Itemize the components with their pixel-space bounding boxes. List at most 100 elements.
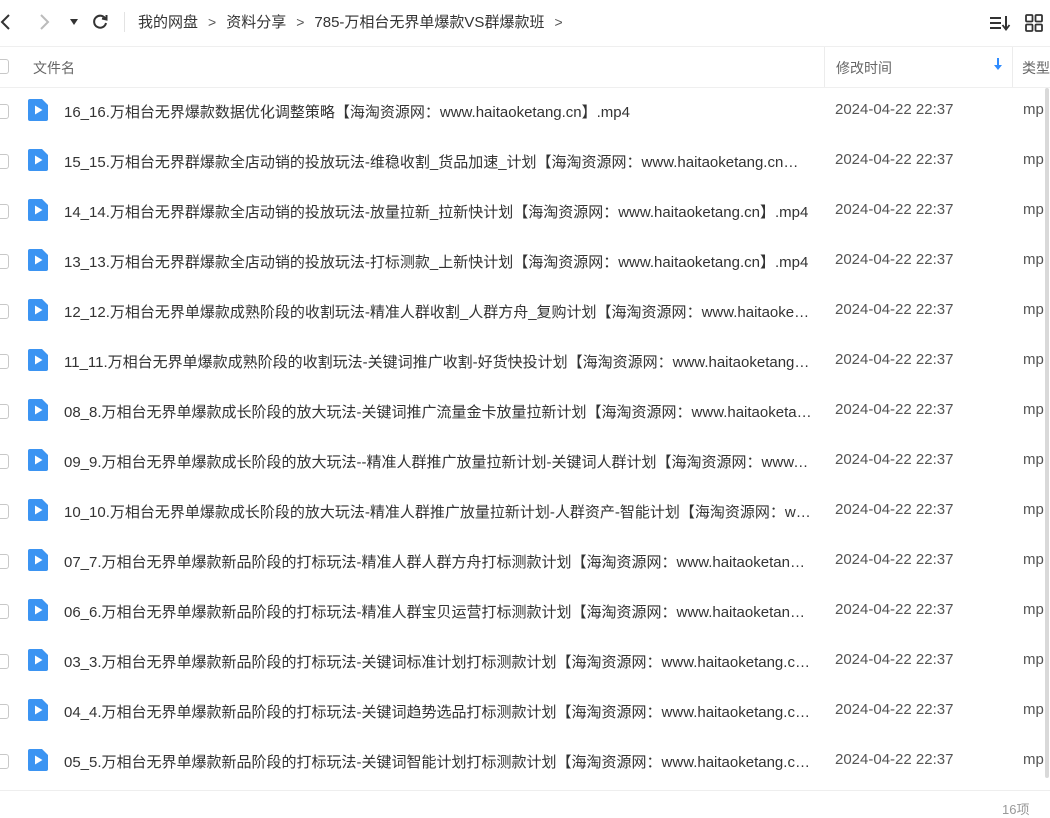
chevron-left-icon [0,14,10,30]
file-name[interactable]: 07_7.万相台无界单爆款新品阶段的打标玩法-精准人群人群方舟打标测款计划【海淘… [64,551,812,572]
table-row[interactable]: 16_16.万相台无界爆款数据优化调整策略【海淘资源网：www.haitaoke… [0,86,1050,136]
back-button[interactable] [0,8,20,36]
table-row[interactable]: 12_12.万相台无界单爆款成熟阶段的收割玩法-精准人群收割_人群方舟_复购计划… [0,286,1050,336]
table-row[interactable]: 11_11.万相台无界单爆款成熟阶段的收割玩法-关键词推广收割-好货快投计划【海… [0,336,1050,386]
table-row[interactable]: 04_4.万相台无界单爆款新品阶段的打标玩法-关键词趋势选品打标测款计划【海淘资… [0,686,1050,736]
breadcrumb-item-root[interactable]: 我的网盘 [138,11,198,32]
file-name[interactable]: 10_10.万相台无界单爆款成长阶段的放大玩法-精准人群推广放量拉新计划-人群资… [64,501,812,522]
row-checkbox[interactable] [0,204,9,219]
file-type: mp [1023,601,1044,618]
table-row[interactable]: 07_7.万相台无界单爆款新品阶段的打标玩法-精准人群人群方舟打标测款计划【海淘… [0,536,1050,586]
file-modified-time: 2024-04-22 22:37 [835,401,954,418]
table-row[interactable]: 05_5.万相台无界单爆款新品阶段的打标玩法-关键词智能计划打标测款计划【海淘资… [0,736,1050,786]
column-header-modified[interactable]: 修改时间 [836,58,892,78]
row-checkbox[interactable] [0,354,9,369]
file-name[interactable]: 08_8.万相台无界单爆款成长阶段的放大玩法-关键词推广流量金卡放量拉新计划【海… [64,401,812,422]
video-file-icon [27,698,49,722]
file-type: mp [1023,701,1044,718]
file-type: mp [1023,301,1044,318]
breadcrumb-item-current[interactable]: 785-万相台无界单爆款VS群爆款班 [314,11,544,32]
table-row[interactable]: 15_15.万相台无界群爆款全店动销的投放玩法-维稳收割_货品加速_计划【海淘资… [0,136,1050,186]
file-type: mp [1023,451,1044,468]
forward-button[interactable] [30,8,58,36]
breadcrumb-item-share[interactable]: 资料分享 [226,11,286,32]
row-checkbox[interactable] [0,104,9,119]
row-checkbox[interactable] [0,704,9,719]
column-divider[interactable] [824,47,825,87]
video-file-icon [27,498,49,522]
file-modified-time: 2024-04-22 22:37 [835,351,954,368]
refresh-button[interactable] [86,8,114,36]
row-checkbox[interactable] [0,404,9,419]
chevron-right-icon [40,14,50,30]
row-checkbox[interactable] [0,454,9,469]
table-row[interactable]: 13_13.万相台无界群爆款全店动销的投放玩法-打标测款_上新快计划【海淘资源网… [0,236,1050,286]
file-modified-time: 2024-04-22 22:37 [835,451,954,468]
item-count: 16项 [1002,802,1030,817]
row-checkbox[interactable] [0,754,9,769]
file-name[interactable]: 16_16.万相台无界爆款数据优化调整策略【海淘资源网：www.haitaoke… [64,101,812,122]
row-checkbox[interactable] [0,154,9,169]
column-header-type[interactable]: 类型 [1022,58,1050,78]
file-name[interactable]: 11_11.万相台无界单爆款成熟阶段的收割玩法-关键词推广收割-好货快投计划【海… [64,351,812,372]
file-type: mp [1023,401,1044,418]
table-row[interactable]: 14_14.万相台无界群爆款全店动销的投放玩法-放量拉新_拉新快计划【海淘资源网… [0,186,1050,236]
file-name[interactable]: 09_9.万相台无界单爆款成长阶段的放大玩法--精准人群推广放量拉新计划-关键词… [64,451,812,472]
column-divider[interactable] [1012,47,1013,87]
file-name[interactable]: 15_15.万相台无界群爆款全店动销的投放玩法-维稳收割_货品加速_计划【海淘资… [64,151,812,172]
file-type: mp [1023,151,1044,168]
file-name[interactable]: 03_3.万相台无界单爆款新品阶段的打标玩法-关键词标准计划打标测款计划【海淘资… [64,651,812,672]
file-modified-time: 2024-04-22 22:37 [835,201,954,218]
file-modified-time: 2024-04-22 22:37 [835,251,954,268]
file-list: 16_16.万相台无界爆款数据优化调整策略【海淘资源网：www.haitaoke… [0,86,1050,786]
file-name[interactable]: 12_12.万相台无界单爆款成熟阶段的收割玩法-精准人群收割_人群方舟_复购计划… [64,301,812,322]
file-modified-time: 2024-04-22 22:37 [835,101,954,118]
select-all-checkbox[interactable] [0,59,9,74]
file-type: mp [1023,551,1044,568]
file-type: mp [1023,501,1044,518]
table-row[interactable]: 03_3.万相台无界单爆款新品阶段的打标玩法-关键词标准计划打标测款计划【海淘资… [0,636,1050,686]
video-file-icon [27,598,49,622]
file-modified-time: 2024-04-22 22:37 [835,601,954,618]
video-file-icon [27,648,49,672]
row-checkbox[interactable] [0,604,9,619]
caret-down-icon [70,19,78,25]
file-type: mp [1023,351,1044,368]
table-row[interactable]: 06_6.万相台无界单爆款新品阶段的打标玩法-精准人群宝贝运营打标测款计划【海淘… [0,586,1050,636]
table-row[interactable]: 09_9.万相台无界单爆款成长阶段的放大玩法--精准人群推广放量拉新计划-关键词… [0,436,1050,486]
file-type: mp [1023,101,1044,118]
sort-button[interactable] [987,10,1013,36]
file-name[interactable]: 14_14.万相台无界群爆款全店动销的投放玩法-放量拉新_拉新快计划【海淘资源网… [64,201,812,222]
file-modified-time: 2024-04-22 22:37 [835,701,954,718]
breadcrumb-separator: > [208,13,217,30]
row-checkbox[interactable] [0,304,9,319]
file-modified-time: 2024-04-22 22:37 [835,151,954,168]
file-name[interactable]: 04_4.万相台无界单爆款新品阶段的打标玩法-关键词趋势选品打标测款计划【海淘资… [64,701,812,722]
refresh-icon [93,14,108,29]
file-modified-time: 2024-04-22 22:37 [835,301,954,318]
column-header-name[interactable]: 文件名 [33,58,75,78]
row-checkbox[interactable] [0,504,9,519]
video-file-icon [27,448,49,472]
row-checkbox[interactable] [0,254,9,269]
file-type: mp [1023,651,1044,668]
toolbar: 我的网盘 > 资料分享 > 785-万相台无界单爆款VS群爆款班 > [0,0,1050,44]
view-mode-button[interactable] [1021,10,1047,36]
grid-view-icon [1025,14,1043,32]
row-checkbox[interactable] [0,654,9,669]
video-file-icon [27,548,49,572]
toolbar-divider [124,12,125,32]
history-dropdown-button[interactable] [60,8,88,36]
file-name[interactable]: 05_5.万相台无界单爆款新品阶段的打标玩法-关键词智能计划打标测款计划【海淘资… [64,751,812,772]
video-file-icon [27,98,49,122]
video-file-icon [27,198,49,222]
file-modified-time: 2024-04-22 22:37 [835,751,954,768]
table-row[interactable]: 10_10.万相台无界单爆款成长阶段的放大玩法-精准人群推广放量拉新计划-人群资… [0,486,1050,536]
row-checkbox[interactable] [0,554,9,569]
file-name[interactable]: 06_6.万相台无界单爆款新品阶段的打标玩法-精准人群宝贝运营打标测款计划【海淘… [64,601,812,622]
vertical-scrollbar[interactable] [1045,88,1049,778]
table-row[interactable]: 08_8.万相台无界单爆款成长阶段的放大玩法-关键词推广流量金卡放量拉新计划【海… [0,386,1050,436]
file-name[interactable]: 13_13.万相台无界群爆款全店动销的投放玩法-打标测款_上新快计划【海淘资源网… [64,251,812,272]
file-modified-time: 2024-04-22 22:37 [835,501,954,518]
breadcrumb-separator: > [296,13,305,30]
